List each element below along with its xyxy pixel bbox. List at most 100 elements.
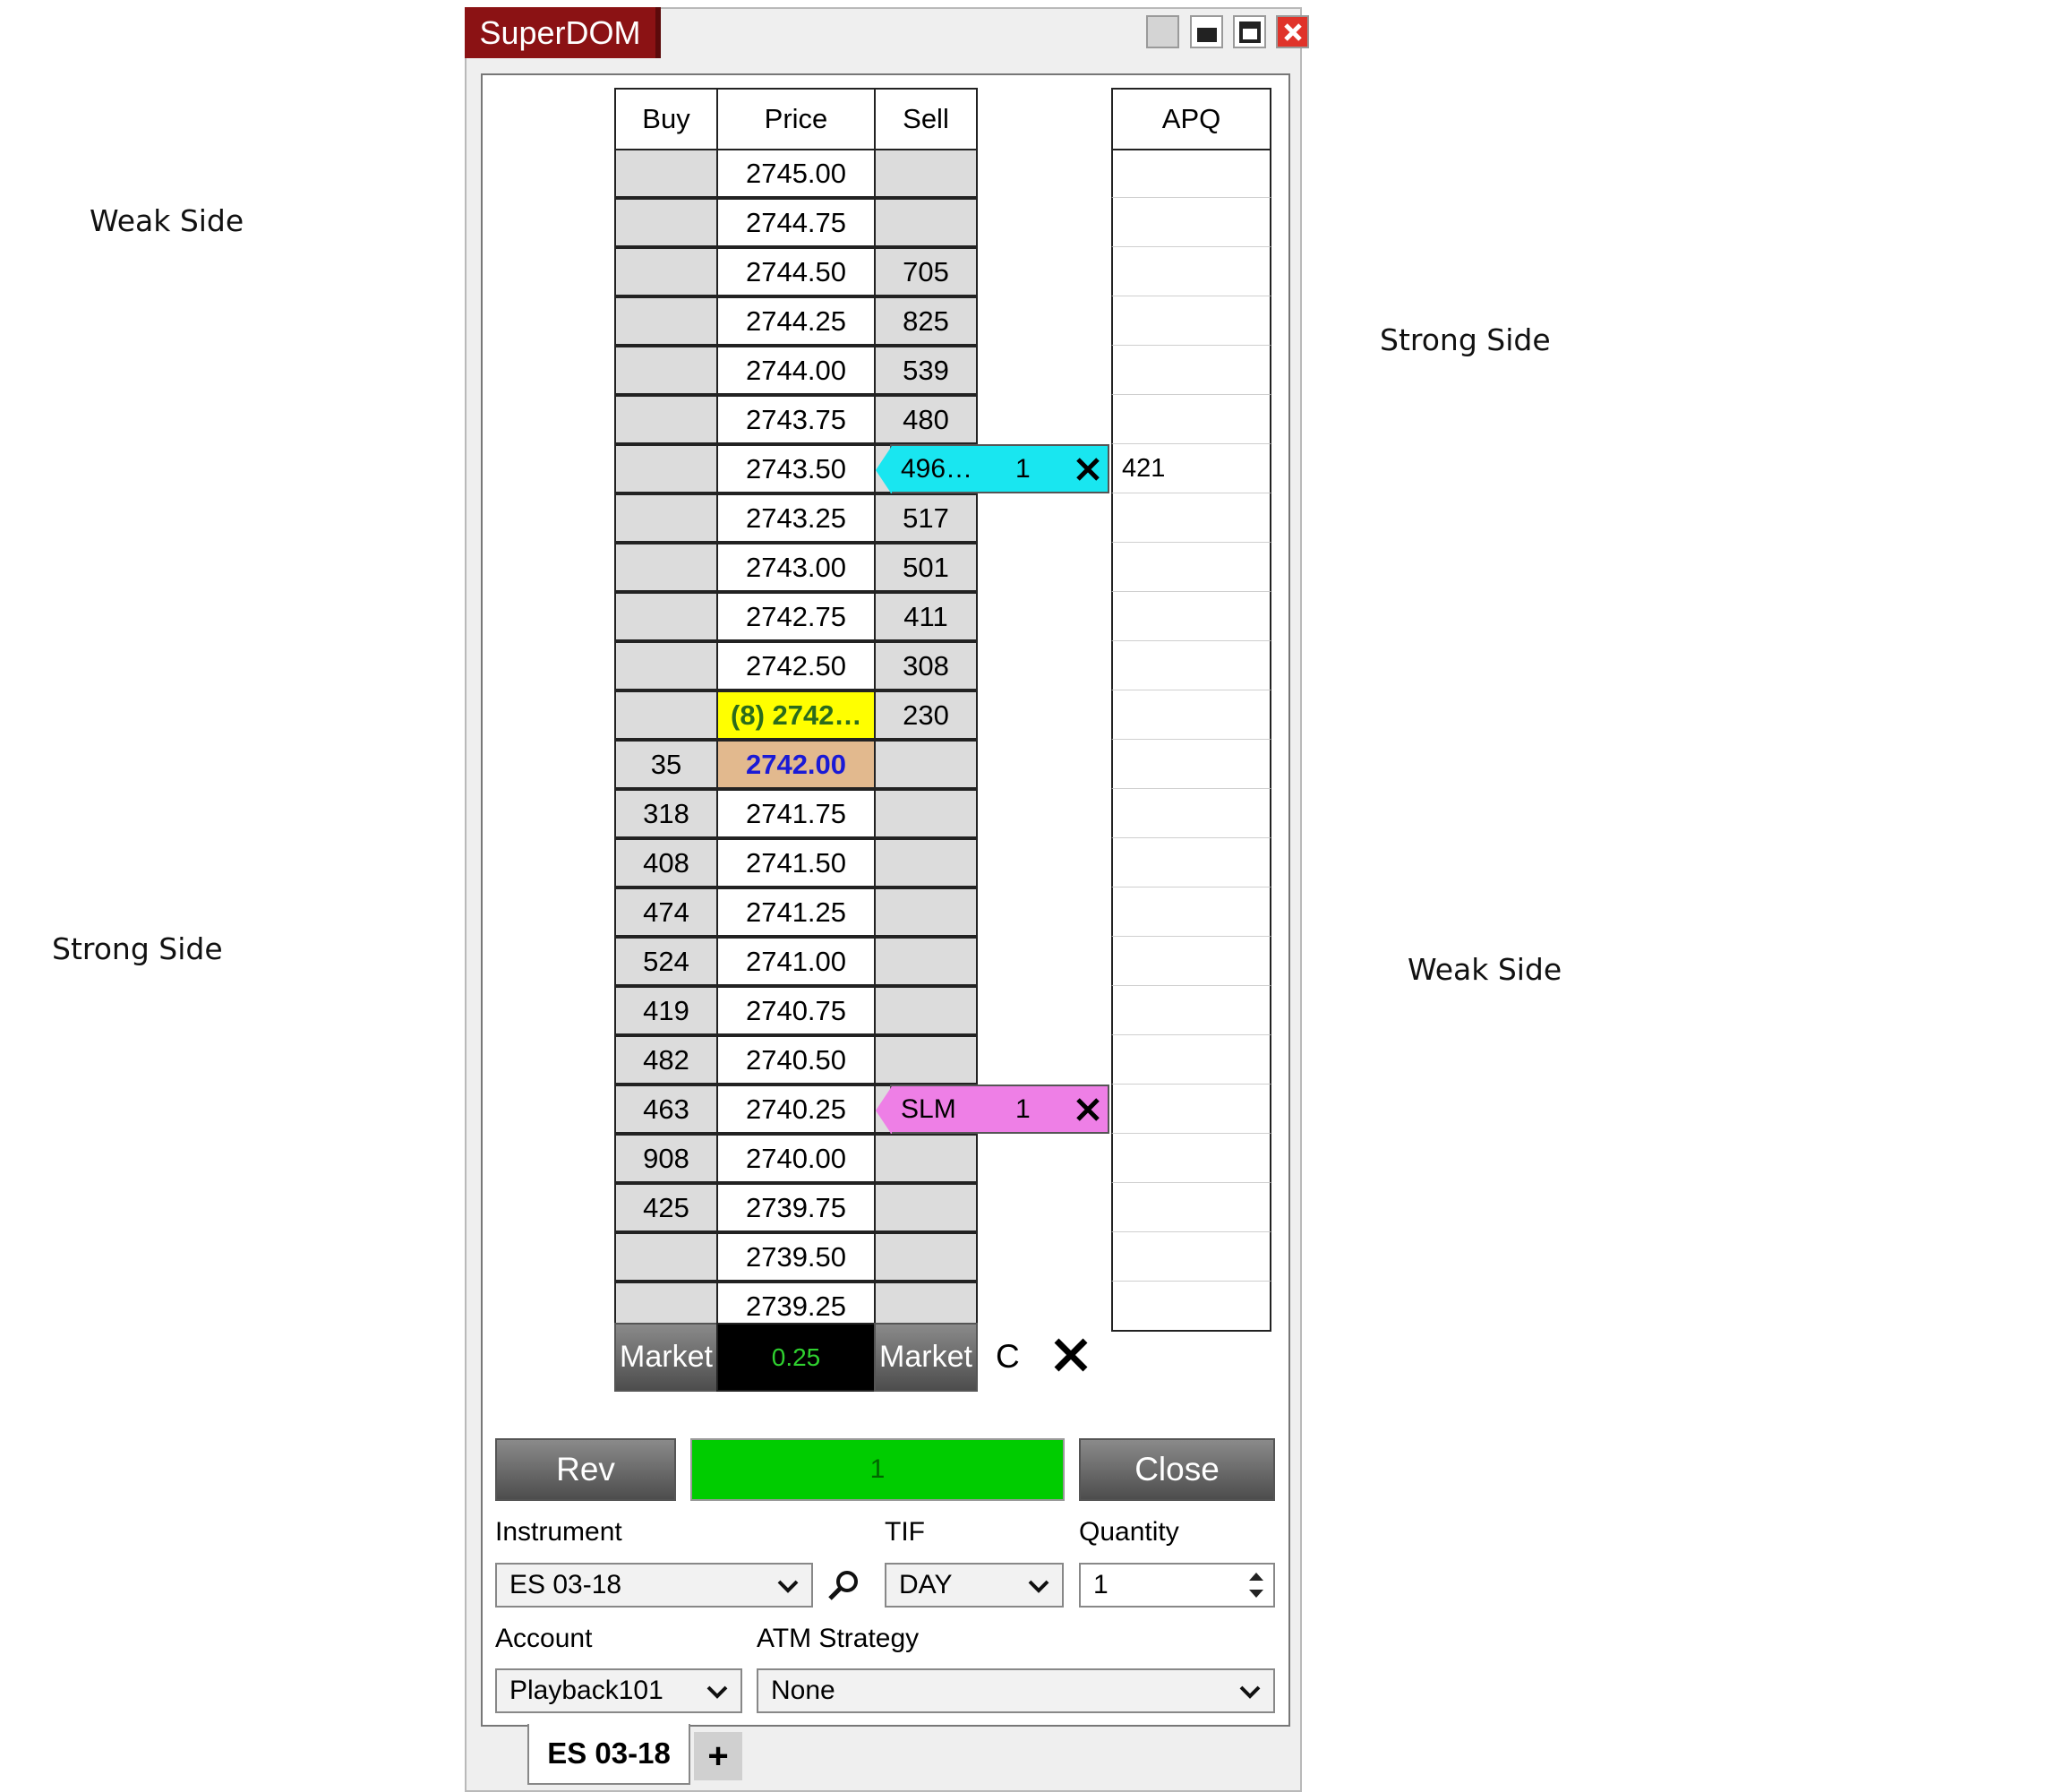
cancel-order-icon[interactable] bbox=[1074, 1096, 1101, 1123]
buy-cell[interactable] bbox=[614, 690, 718, 740]
apq-column-header[interactable]: APQ bbox=[1111, 88, 1271, 150]
sell-cell[interactable] bbox=[874, 937, 978, 986]
price-cell[interactable]: 2743.50 bbox=[716, 444, 876, 493]
buy-cell[interactable]: 908 bbox=[614, 1134, 718, 1183]
buy-column-header[interactable]: Buy bbox=[614, 88, 718, 150]
apq-cell bbox=[1111, 986, 1271, 1035]
sell-cell[interactable]: 517 bbox=[874, 493, 978, 543]
market-sell-button[interactable]: Market bbox=[874, 1323, 978, 1392]
close-position-button[interactable]: Close bbox=[1079, 1438, 1275, 1501]
buy-cell[interactable]: 35 bbox=[614, 740, 718, 789]
price-cell[interactable]: 2740.50 bbox=[716, 1035, 876, 1085]
close-window-button[interactable] bbox=[1276, 15, 1309, 48]
price-cell[interactable]: 2744.75 bbox=[716, 198, 876, 247]
sell-cell[interactable] bbox=[874, 1134, 978, 1183]
price-cell[interactable]: 2743.25 bbox=[716, 493, 876, 543]
price-cell[interactable]: 2742.00 bbox=[716, 740, 876, 789]
buy-cell[interactable] bbox=[614, 592, 718, 641]
sell-cell[interactable]: 411 bbox=[874, 592, 978, 641]
market-buy-button[interactable]: Market bbox=[614, 1323, 718, 1392]
reverse-button[interactable]: Rev bbox=[495, 1438, 676, 1501]
apq-cell bbox=[1111, 346, 1271, 395]
buy-cell[interactable] bbox=[614, 444, 718, 493]
buy-cell[interactable] bbox=[614, 346, 718, 395]
sell-cell[interactable] bbox=[874, 198, 978, 247]
buy-cell[interactable] bbox=[614, 641, 718, 690]
sell-cell[interactable]: 480 bbox=[874, 395, 978, 444]
buy-cell[interactable]: 463 bbox=[614, 1085, 718, 1134]
price-column-header[interactable]: Price bbox=[716, 88, 876, 150]
buy-cell[interactable] bbox=[614, 1232, 718, 1282]
buy-cell[interactable] bbox=[614, 247, 718, 296]
buy-cell[interactable]: 425 bbox=[614, 1183, 718, 1232]
sell-cell[interactable]: 705 bbox=[874, 247, 978, 296]
cancel-all-button[interactable]: C bbox=[996, 1338, 1020, 1376]
price-cell[interactable]: 2740.75 bbox=[716, 986, 876, 1035]
price-cell[interactable]: (8) 2742… bbox=[716, 690, 876, 740]
buy-cell[interactable] bbox=[614, 543, 718, 592]
apq-cell bbox=[1111, 198, 1271, 247]
price-cell[interactable]: 2741.25 bbox=[716, 887, 876, 937]
buy-cell[interactable] bbox=[614, 493, 718, 543]
instrument-select[interactable]: ES 03-18 bbox=[495, 1563, 813, 1608]
apq-cell bbox=[1111, 493, 1271, 543]
buy-cell[interactable] bbox=[614, 149, 718, 198]
sell-cell[interactable] bbox=[874, 149, 978, 198]
buy-cell[interactable]: 408 bbox=[614, 838, 718, 887]
quantity-stepper[interactable]: 1 bbox=[1079, 1563, 1275, 1608]
price-cell[interactable]: 2741.50 bbox=[716, 838, 876, 887]
maximize-button[interactable] bbox=[1233, 15, 1266, 48]
apq-cell bbox=[1111, 1085, 1271, 1134]
price-cell[interactable]: 2742.75 bbox=[716, 592, 876, 641]
price-cell[interactable]: 2745.00 bbox=[716, 149, 876, 198]
sell-column-header[interactable]: Sell bbox=[874, 88, 978, 150]
tif-select[interactable]: DAY bbox=[885, 1563, 1064, 1608]
price-cell[interactable]: 2744.50 bbox=[716, 247, 876, 296]
price-cell[interactable]: 2739.50 bbox=[716, 1232, 876, 1282]
atm-strategy-select[interactable]: None bbox=[757, 1668, 1275, 1713]
buy-cell[interactable]: 474 bbox=[614, 887, 718, 937]
buy-cell[interactable]: 524 bbox=[614, 937, 718, 986]
spinner-arrows-icon[interactable] bbox=[1246, 1567, 1266, 1603]
price-cell[interactable]: 2740.00 bbox=[716, 1134, 876, 1183]
cancel-order-icon[interactable] bbox=[1074, 456, 1101, 483]
sell-cell[interactable]: 539 bbox=[874, 346, 978, 395]
cancel-orders-button[interactable] bbox=[1052, 1336, 1090, 1378]
sell-cell[interactable]: 501 bbox=[874, 543, 978, 592]
price-cell[interactable]: 2741.00 bbox=[716, 937, 876, 986]
chevron-down-icon bbox=[1028, 1580, 1049, 1593]
price-cell[interactable]: 2744.00 bbox=[716, 346, 876, 395]
buy-cell[interactable]: 318 bbox=[614, 789, 718, 838]
price-cell[interactable]: 2742.50 bbox=[716, 641, 876, 690]
buy-cell[interactable] bbox=[614, 296, 718, 346]
price-cell[interactable]: 2741.75 bbox=[716, 789, 876, 838]
account-select[interactable]: Playback101 bbox=[495, 1668, 742, 1713]
buy-cell[interactable] bbox=[614, 395, 718, 444]
price-cell[interactable]: 2743.75 bbox=[716, 395, 876, 444]
sell-cell[interactable] bbox=[874, 1183, 978, 1232]
price-cell[interactable]: 2743.00 bbox=[716, 543, 876, 592]
instrument-search-button[interactable] bbox=[826, 1568, 861, 1608]
sell-cell[interactable] bbox=[874, 740, 978, 789]
add-tab-button[interactable]: + bbox=[694, 1732, 742, 1780]
window-menu-button[interactable] bbox=[1146, 15, 1179, 48]
buy-cell[interactable]: 419 bbox=[614, 986, 718, 1035]
sell-cell[interactable]: 230 bbox=[874, 690, 978, 740]
price-cell[interactable]: 2740.25 bbox=[716, 1085, 876, 1134]
sell-cell[interactable] bbox=[874, 789, 978, 838]
buy-cell[interactable]: 482 bbox=[614, 1035, 718, 1085]
sell-cell[interactable] bbox=[874, 986, 978, 1035]
tab-es-03-18[interactable]: ES 03-18 bbox=[527, 1724, 690, 1785]
sell-cell[interactable] bbox=[874, 1035, 978, 1085]
buy-cell[interactable] bbox=[614, 198, 718, 247]
sell-cell[interactable]: 825 bbox=[874, 296, 978, 346]
minimize-button[interactable] bbox=[1190, 15, 1223, 48]
sell-cell[interactable] bbox=[874, 1232, 978, 1282]
sell-cell[interactable] bbox=[874, 838, 978, 887]
price-cell[interactable]: 2739.75 bbox=[716, 1183, 876, 1232]
price-cell[interactable]: 2744.25 bbox=[716, 296, 876, 346]
sell-cell[interactable]: 308 bbox=[874, 641, 978, 690]
working-order-tag[interactable]: 496… 1 bbox=[876, 444, 1109, 494]
sell-cell[interactable] bbox=[874, 887, 978, 937]
working-order-tag[interactable]: SLM 1 bbox=[876, 1085, 1109, 1135]
